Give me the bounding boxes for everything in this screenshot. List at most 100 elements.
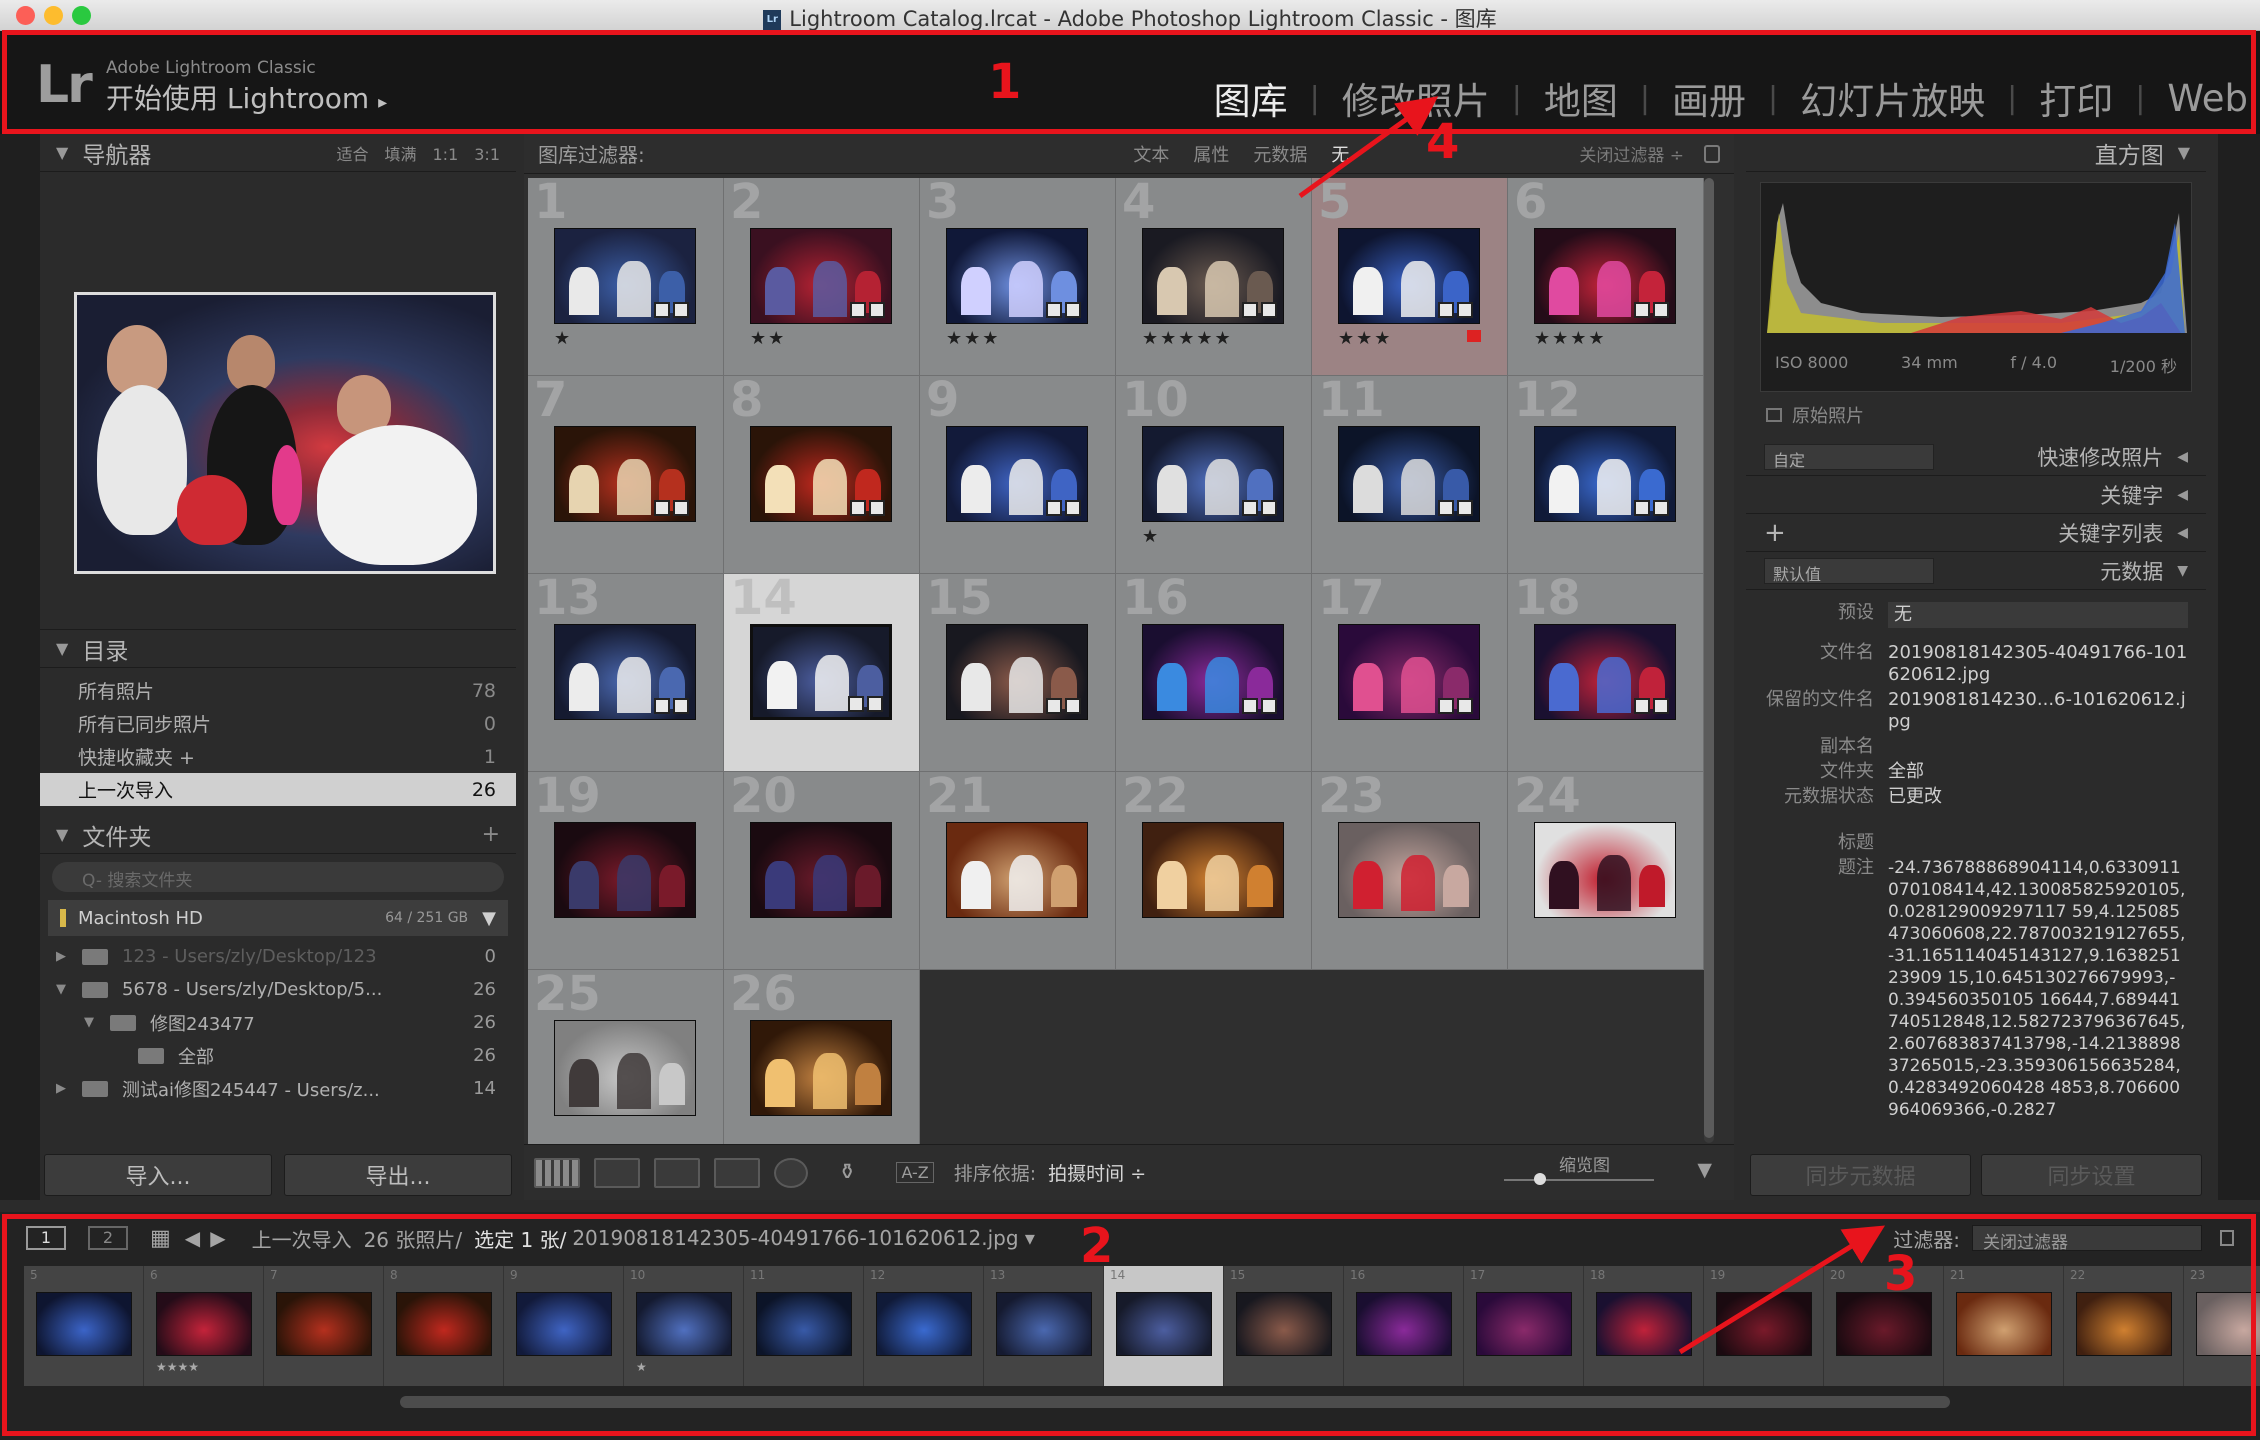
spray-can-icon[interactable]: ⚱ — [838, 1160, 856, 1185]
module-2[interactable]: 修改照片 — [1342, 71, 1490, 125]
module-5[interactable]: 幻灯片放映 — [1800, 71, 1985, 125]
grid-cell[interactable]: 11 — [1312, 372, 1508, 574]
grid-cell[interactable]: 6 ★★★★ — [1508, 174, 1704, 376]
survey-view-button[interactable] — [714, 1157, 760, 1188]
filmstrip-thumbnail[interactable] — [1716, 1292, 1812, 1356]
folder-item[interactable]: ▶ 测试ai修图245447 - Users/z... 14 — [40, 1072, 516, 1105]
grid-cell[interactable]: 25 — [528, 966, 724, 1168]
filmstrip-thumbnail[interactable] — [1236, 1292, 1332, 1356]
photo-thumbnail[interactable] — [1142, 822, 1284, 918]
folder-item[interactable]: ▼ 修图243477 26 — [40, 1006, 516, 1039]
photo-thumbnail[interactable] — [1338, 228, 1480, 324]
second-window-button[interactable]: 2 — [88, 1226, 128, 1250]
loupe-view-button[interactable] — [594, 1157, 640, 1188]
folder-item[interactable]: ▶ 123 - Users/zly/Desktop/123 0 — [40, 940, 516, 973]
filmstrip-thumbnail[interactable] — [1596, 1292, 1692, 1356]
grid-cell[interactable]: 10 ★ — [1116, 372, 1312, 574]
star-rating[interactable]: ★ — [1142, 526, 1160, 547]
metadata-value[interactable]: -24.736788868904114,0.6330911070108414,4… — [1888, 857, 2188, 1121]
filmstrip-thumbnail[interactable] — [756, 1292, 852, 1356]
grid-cell[interactable]: 24 — [1508, 768, 1704, 970]
star-rating[interactable]: ★★★ — [946, 328, 1000, 349]
navigator-photo[interactable] — [74, 292, 496, 574]
photo-thumbnail[interactable] — [554, 1020, 696, 1116]
disclosure-triangle-icon[interactable]: ▶ — [56, 1081, 74, 1096]
filmstrip-cell[interactable]: 7 — [264, 1266, 384, 1386]
filmstrip-scrollbar[interactable] — [400, 1396, 1950, 1408]
lock-icon[interactable] — [1704, 144, 1720, 163]
grid-cell[interactable]: 23 — [1312, 768, 1508, 970]
toolbar-menu-icon[interactable]: ▼ — [1697, 1159, 1712, 1181]
photo-thumbnail[interactable] — [946, 822, 1088, 918]
filmstrip-thumbnail[interactable] — [516, 1292, 612, 1356]
forward-arrow-icon[interactable]: ▶ — [210, 1226, 225, 1250]
filter-3[interactable]: 元数据 — [1253, 141, 1307, 167]
filmstrip-source[interactable]: 上一次导入 — [252, 1224, 352, 1253]
filmstrip-cell[interactable]: 8 — [384, 1266, 504, 1386]
grid-cell[interactable]: 13 — [528, 570, 724, 772]
star-rating[interactable]: ★ — [554, 328, 572, 349]
photo-thumbnail[interactable] — [750, 426, 892, 522]
filter-lock-icon[interactable] — [2220, 1230, 2234, 1246]
preset-select[interactable]: 无 — [1888, 602, 2188, 628]
filmstrip-cell[interactable]: 13 — [984, 1266, 1104, 1386]
red-color-label[interactable] — [1467, 330, 1481, 342]
grid-cell[interactable]: 9 — [920, 372, 1116, 574]
metadata-value[interactable]: 全部 — [1888, 761, 2188, 783]
grid-cell[interactable]: 2 ★★ — [724, 174, 920, 376]
photo-thumbnail[interactable] — [554, 228, 696, 324]
disclosure-triangle-icon[interactable]: ▼ — [56, 982, 74, 997]
filmstrip-cell[interactable]: 21 — [1944, 1266, 2064, 1386]
star-rating[interactable]: ★★★ — [1338, 328, 1392, 349]
sync-settings-button[interactable]: 同步设置 — [1981, 1154, 2202, 1196]
grid-cell[interactable]: 15 — [920, 570, 1116, 772]
grid-cell[interactable]: 20 — [724, 768, 920, 970]
photo-thumbnail[interactable] — [946, 228, 1088, 324]
grid-view-button[interactable] — [534, 1157, 580, 1188]
photo-thumbnail[interactable] — [1534, 228, 1676, 324]
metadata-value[interactable]: 2019081814230...6-101620612.jpg — [1888, 689, 2188, 733]
module-1[interactable]: 图库 — [1214, 71, 1288, 125]
sort-direction-icon[interactable]: A-Z — [896, 1162, 934, 1183]
metadata-preset-select[interactable]: 默认值 — [1764, 557, 1934, 584]
export-button[interactable]: 导出... — [284, 1154, 512, 1196]
grid-cell[interactable]: 5 ★★★ — [1312, 174, 1508, 376]
main-window-button[interactable]: 1 — [26, 1226, 66, 1250]
filmstrip-cell[interactable]: 5 — [24, 1266, 144, 1386]
photo-thumbnail[interactable] — [1338, 822, 1480, 918]
filmstrip-thumbnail[interactable] — [2076, 1292, 2172, 1356]
filmstrip-thumbnail[interactable] — [396, 1292, 492, 1356]
disclosure-triangle-icon[interactable]: ▼ — [84, 1015, 102, 1030]
photo-thumbnail[interactable] — [1142, 228, 1284, 324]
grid-cell[interactable]: 16 — [1116, 570, 1312, 772]
filmstrip-cell[interactable]: 11 — [744, 1266, 864, 1386]
filmstrip-thumbnail[interactable] — [876, 1292, 972, 1356]
navigator-zoom-3-1[interactable]: 3:1 — [474, 145, 500, 164]
navigator-zoom-1-1[interactable]: 1:1 — [433, 145, 459, 164]
grid-cell[interactable]: 14 — [724, 570, 920, 772]
keywording-header[interactable]: 关键字 ◀ — [1746, 476, 2206, 514]
folders-header[interactable]: ▼ 文件夹 + — [40, 816, 516, 854]
filmstrip-cell[interactable]: 16 — [1344, 1266, 1464, 1386]
folder-item[interactable]: ▼ 5678 - Users/zly/Desktop/5... 26 — [40, 973, 516, 1006]
keyword-list-header[interactable]: + 关键字列表 ◀ — [1746, 514, 2206, 552]
star-rating[interactable]: ★★ — [750, 328, 786, 349]
filmstrip-thumbnail[interactable] — [156, 1292, 252, 1356]
folder-item[interactable]: 全部 26 — [40, 1039, 516, 1072]
grid-cell[interactable]: 1 ★ — [528, 174, 724, 376]
filmstrip-thumbnail[interactable] — [1956, 1292, 2052, 1356]
filmstrip-cell[interactable]: 15 — [1224, 1266, 1344, 1386]
grid-icon[interactable]: ▦ — [150, 1226, 171, 1251]
filmstrip-thumbnail[interactable] — [1356, 1292, 1452, 1356]
filmstrip-thumbnail[interactable] — [636, 1292, 732, 1356]
original-photo-toggle[interactable]: 原始照片 — [1746, 402, 2206, 438]
photo-thumbnail[interactable] — [750, 1020, 892, 1116]
filmstrip-thumbnail[interactable] — [1476, 1292, 1572, 1356]
catalog-header[interactable]: ▼ 目录 — [40, 630, 516, 668]
grid-cell[interactable]: 8 — [724, 372, 920, 574]
import-button[interactable]: 导入... — [44, 1154, 272, 1196]
metadata-header[interactable]: 默认值 元数据 ▼ — [1746, 552, 2206, 590]
people-view-button[interactable] — [774, 1157, 808, 1188]
catalog-item[interactable]: 所有已同步照片 0 — [40, 707, 516, 740]
filmstrip-cell[interactable]: 22 — [2064, 1266, 2184, 1386]
